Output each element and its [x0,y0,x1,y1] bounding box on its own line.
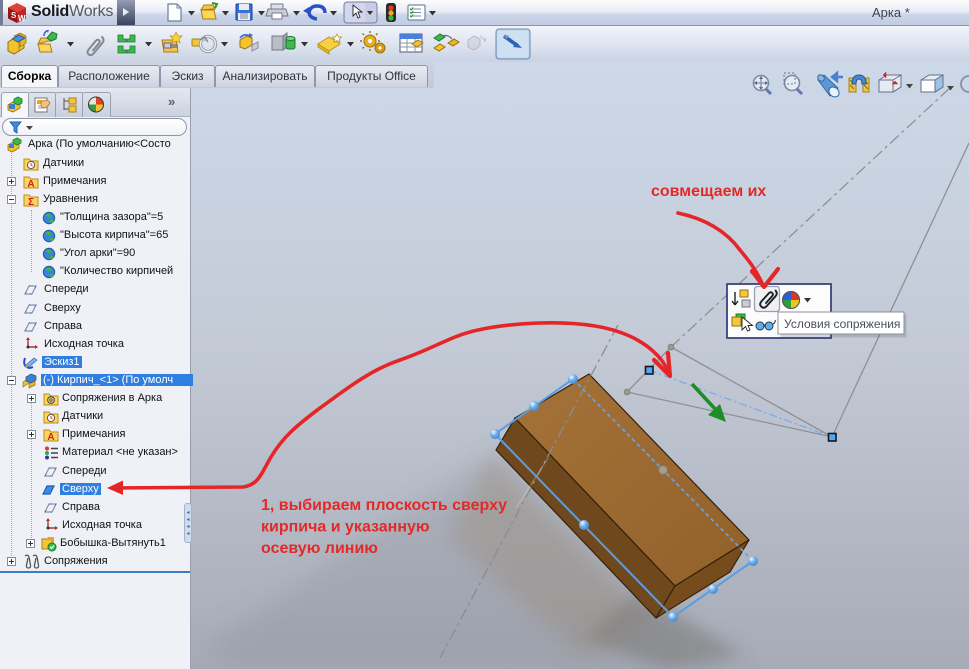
svg-text:S: S [11,11,17,20]
svg-text:W: W [18,14,26,23]
svg-text:A: A [47,432,54,442]
svg-text:Условия сопряжения: Условия сопряжения [784,317,900,331]
svg-text:Σ: Σ [28,197,34,207]
svg-text:A: A [27,179,34,189]
